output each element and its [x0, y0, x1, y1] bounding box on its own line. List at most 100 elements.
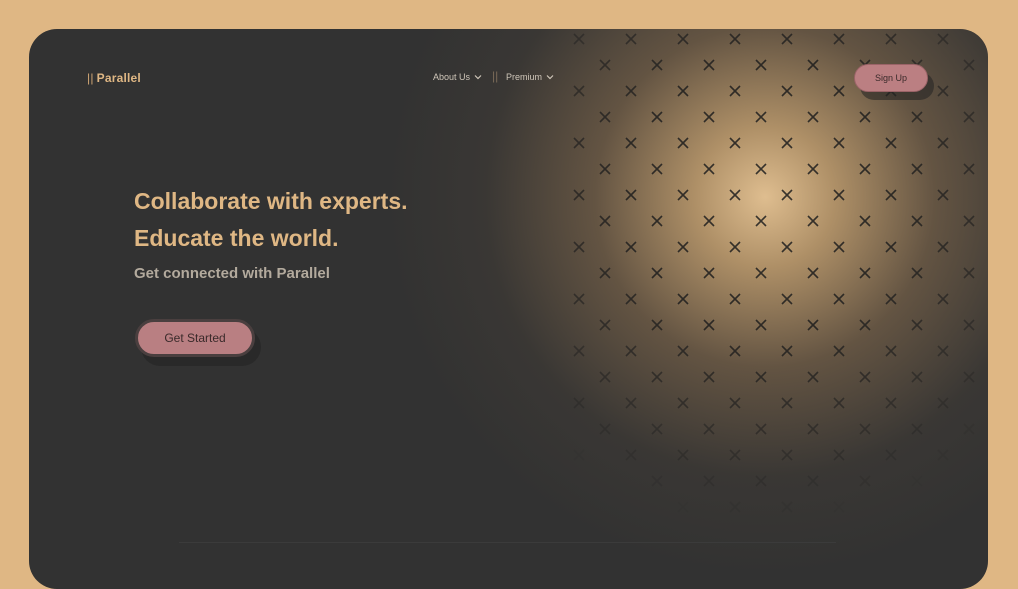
x-mark-icon: [599, 163, 611, 175]
x-mark-icon: [651, 267, 663, 279]
x-mark-icon: [651, 475, 663, 487]
landing-page-window: || Parallel About Us || Premium Sign Up C…: [29, 29, 988, 589]
x-mark-icon: [859, 371, 871, 383]
x-mark-icon: [755, 267, 767, 279]
x-mark-icon: [963, 319, 975, 331]
x-mark-icon: [807, 59, 819, 71]
x-mark-icon: [729, 33, 741, 45]
x-mark-icon: [937, 241, 949, 253]
x-mark-icon: [885, 189, 897, 201]
x-mark-icon: [755, 423, 767, 435]
x-mark-icon: [911, 163, 923, 175]
x-mark-icon: [963, 111, 975, 123]
x-mark-icon: [677, 85, 689, 97]
x-mark-icon: [729, 189, 741, 201]
x-mark-icon: [807, 371, 819, 383]
x-mark-icon: [963, 215, 975, 227]
x-mark-icon: [573, 241, 585, 253]
x-mark-icon: [911, 215, 923, 227]
x-mark-icon: [911, 319, 923, 331]
x-mark-icon: [781, 33, 793, 45]
x-mark-icon: [677, 397, 689, 409]
hero-title-line-2: Educate the world.: [134, 225, 339, 251]
x-mark-icon: [729, 137, 741, 149]
nav-about-us[interactable]: About Us: [433, 72, 482, 82]
x-mark-icon: [677, 137, 689, 149]
x-mark-icon: [833, 293, 845, 305]
get-started-button[interactable]: Get Started: [135, 319, 255, 357]
x-mark-icon: [677, 189, 689, 201]
x-mark-icon: [729, 241, 741, 253]
x-mark-icon: [859, 215, 871, 227]
x-pattern-background: [573, 33, 975, 513]
x-mark-icon: [625, 85, 637, 97]
brand-logo[interactable]: || Parallel: [87, 71, 141, 85]
x-mark-icon: [937, 85, 949, 97]
x-mark-icon: [807, 163, 819, 175]
x-mark-icon: [781, 501, 793, 513]
x-mark-icon: [833, 449, 845, 461]
x-mark-icon: [677, 501, 689, 513]
x-mark-icon: [703, 423, 715, 435]
x-mark-icon: [833, 501, 845, 513]
x-mark-icon: [807, 423, 819, 435]
x-mark-icon: [703, 111, 715, 123]
x-mark-icon: [807, 267, 819, 279]
x-mark-icon: [677, 345, 689, 357]
x-mark-icon: [807, 111, 819, 123]
x-mark-icon: [573, 397, 585, 409]
footer-divider: [179, 542, 836, 543]
x-mark-icon: [833, 345, 845, 357]
nav-premium[interactable]: Premium: [506, 72, 554, 82]
x-mark-icon: [755, 59, 767, 71]
x-mark-icon: [677, 293, 689, 305]
x-mark-icon: [573, 293, 585, 305]
x-mark-icon: [755, 111, 767, 123]
x-mark-icon: [911, 371, 923, 383]
hero-title-line-1: Collaborate with experts.: [134, 188, 408, 214]
x-mark-icon: [911, 267, 923, 279]
sign-up-button[interactable]: Sign Up: [854, 64, 928, 92]
x-mark-icon: [599, 215, 611, 227]
x-mark-icon: [937, 137, 949, 149]
x-mark-icon: [807, 475, 819, 487]
x-mark-icon: [677, 449, 689, 461]
x-mark-icon: [755, 215, 767, 227]
x-mark-icon: [859, 475, 871, 487]
x-mark-icon: [573, 345, 585, 357]
x-mark-icon: [885, 33, 897, 45]
x-mark-icon: [859, 163, 871, 175]
x-mark-icon: [807, 319, 819, 331]
x-mark-icon: [885, 137, 897, 149]
x-mark-icon: [885, 449, 897, 461]
x-mark-icon: [781, 241, 793, 253]
x-mark-icon: [599, 319, 611, 331]
x-mark-icon: [625, 293, 637, 305]
x-mark-icon: [963, 371, 975, 383]
x-mark-icon: [625, 33, 637, 45]
x-mark-icon: [599, 371, 611, 383]
x-mark-icon: [573, 33, 585, 45]
x-mark-icon: [963, 267, 975, 279]
x-mark-icon: [885, 397, 897, 409]
x-mark-icon: [703, 475, 715, 487]
x-mark-icon: [599, 111, 611, 123]
hero-subtitle: Get connected with Parallel: [134, 265, 330, 282]
x-mark-icon: [885, 293, 897, 305]
x-mark-icon: [937, 189, 949, 201]
x-mark-icon: [729, 85, 741, 97]
hero-title: Collaborate with experts. Educate the wo…: [134, 183, 408, 257]
x-mark-icon: [781, 85, 793, 97]
x-mark-icon: [859, 111, 871, 123]
x-mark-icon: [599, 267, 611, 279]
x-mark-icon: [625, 449, 637, 461]
x-mark-icon: [963, 59, 975, 71]
brand-name: Parallel: [96, 71, 141, 85]
nav-divider: ||: [492, 69, 499, 83]
x-mark-icon: [937, 33, 949, 45]
x-mark-icon: [625, 241, 637, 253]
x-mark-icon: [885, 241, 897, 253]
x-mark-icon: [859, 267, 871, 279]
nav-premium-label: Premium: [506, 72, 543, 82]
x-mark-icon: [937, 345, 949, 357]
